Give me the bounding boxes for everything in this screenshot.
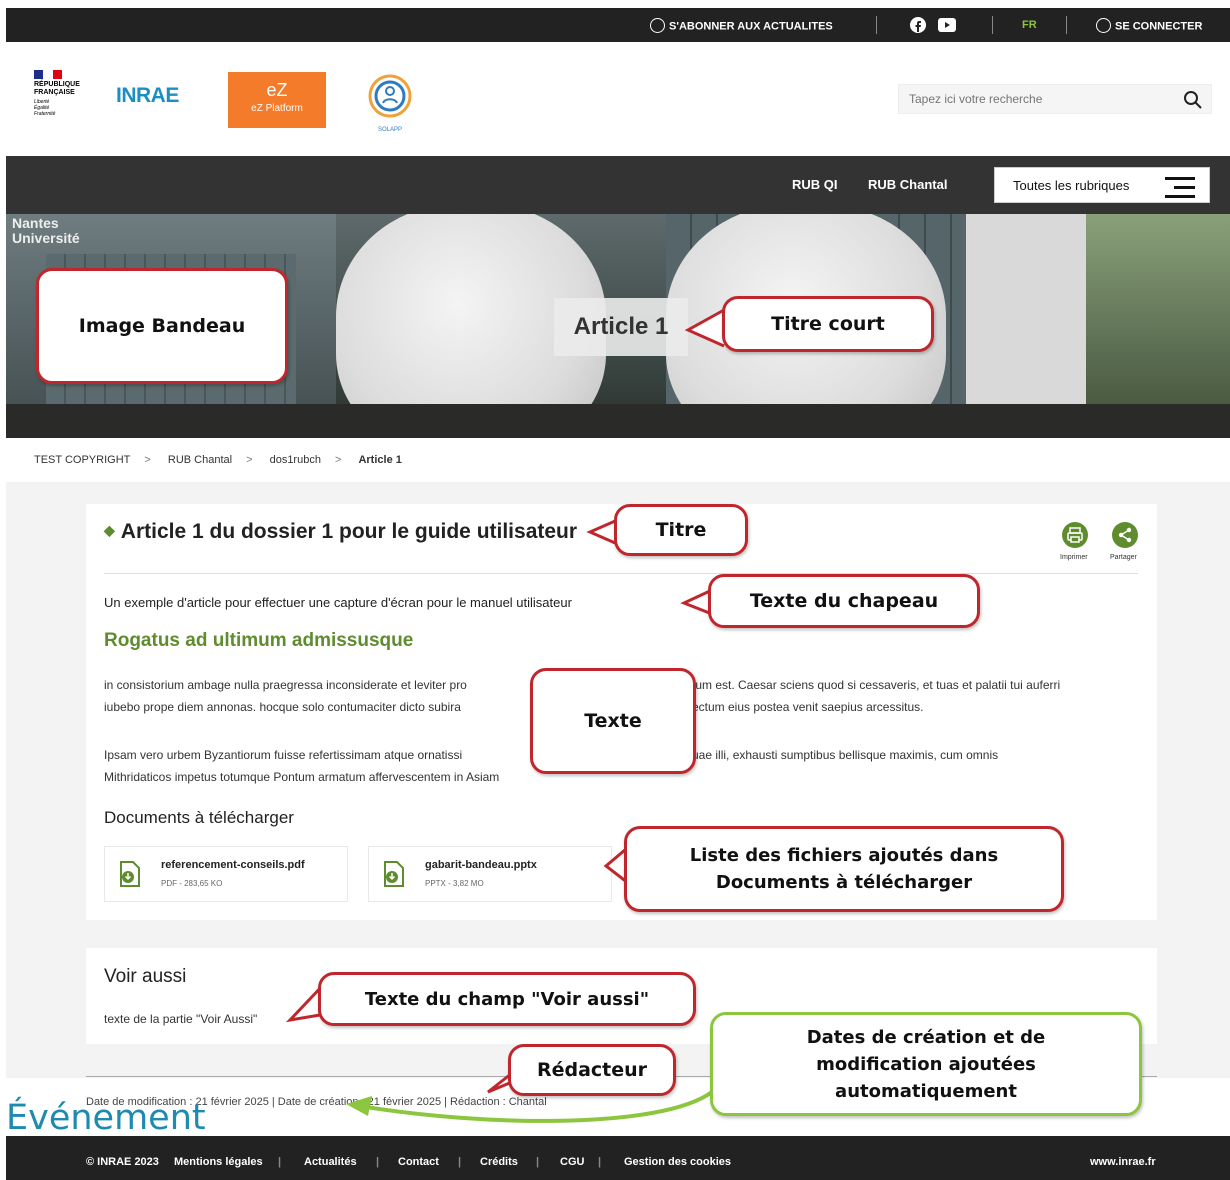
page: S'ABONNER AUX ACTUALITES FR SE CONNECTER… xyxy=(0,0,1230,1180)
callout-redacteur: Rédacteur xyxy=(508,1044,676,1096)
callout-dates: Dates de création et de modification ajo… xyxy=(710,1012,1142,1116)
callout-titre: Titre xyxy=(614,504,748,556)
green-arrow xyxy=(359,1090,714,1123)
callout-voir-aussi: Texte du champ "Voir aussi" xyxy=(318,972,696,1026)
callout-chapeau: Texte du chapeau xyxy=(708,574,980,628)
callout-liste-fichiers: Liste des fichiers ajoutés dans Document… xyxy=(624,826,1064,912)
green-arrow-head xyxy=(346,1096,372,1116)
callout-image-bandeau: Image Bandeau xyxy=(36,268,288,384)
callout-texte: Texte xyxy=(530,668,696,774)
callout-titre-court: Titre court xyxy=(722,296,934,352)
callout-pointer xyxy=(684,308,725,348)
